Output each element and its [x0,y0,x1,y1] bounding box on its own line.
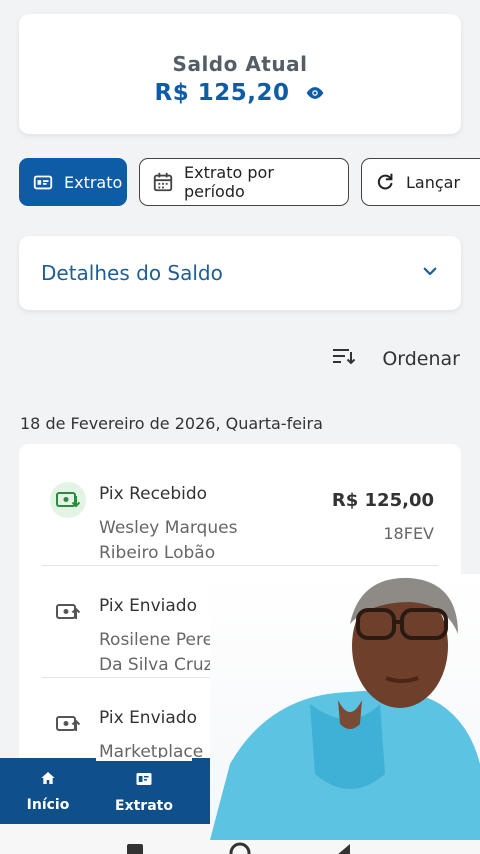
transaction-item[interactable]: Pix Recebido Wesley Marques Ribeiro Lobã… [42,454,438,566]
statement-icon [32,171,54,193]
chip-extrato-por-periodo[interactable]: Extrato por período [139,158,349,206]
chip-label: Extrato por período [184,163,274,201]
statement-icon [135,771,153,791]
back-icon[interactable] [334,842,352,854]
recents-icon[interactable] [126,842,144,854]
chip-extrato[interactable]: Extrato [19,158,127,206]
nav-label: Extrato [115,798,173,814]
balance-row: R$ 125,20 [19,80,461,106]
filter-chips: Extrato Extrato por período Lançar [19,158,480,208]
pix-received-icon [50,482,86,518]
chip-lancamentos[interactable]: Lançar [361,158,480,206]
video-call-overlay[interactable] [210,574,480,840]
sort-button[interactable]: Ordenar [332,346,460,372]
chip-label: Extrato [64,172,123,192]
transaction-date: 18FEV [383,524,434,543]
nav-inicio[interactable]: Início [0,758,96,824]
calendar-icon [152,171,174,193]
nav-label: Início [26,796,70,813]
transaction-name: Wesley Marques Ribeiro Lobão [99,516,237,566]
balance-title: Saldo Atual [172,52,308,76]
transaction-type: Pix Recebido [99,484,208,504]
home-button-icon[interactable] [228,840,252,854]
eye-icon[interactable] [305,83,325,103]
balance-card: Saldo Atual R$ 125,20 [19,14,461,134]
chip-label: Lançar [406,172,461,192]
transaction-type: Pix Enviado [99,596,197,616]
transaction-name-line: Wesley Marques [99,518,238,538]
transaction-name-line: Da Silva Cruz [99,655,213,675]
transaction-name-line: Ribeiro Lobão [99,543,216,563]
home-icon [40,770,56,790]
sort-icon [332,346,356,372]
transaction-amount: R$ 125,00 [331,490,434,511]
sort-label: Ordenar [382,348,460,370]
refresh-icon [374,171,396,193]
date-heading: 18 de Fevereiro de 2026, Quarta-feira [20,414,323,433]
chevron-down-icon [421,262,439,284]
balance-amount: R$ 125,20 [154,80,290,106]
transaction-type: Pix Enviado [99,708,197,728]
nav-extrato[interactable]: Extrato [96,758,192,824]
pix-sent-icon [50,594,86,630]
details-label: Detalhes do Saldo [41,261,223,285]
balance-details-accordion[interactable]: Detalhes do Saldo [19,236,461,310]
pix-sent-icon [50,706,86,742]
